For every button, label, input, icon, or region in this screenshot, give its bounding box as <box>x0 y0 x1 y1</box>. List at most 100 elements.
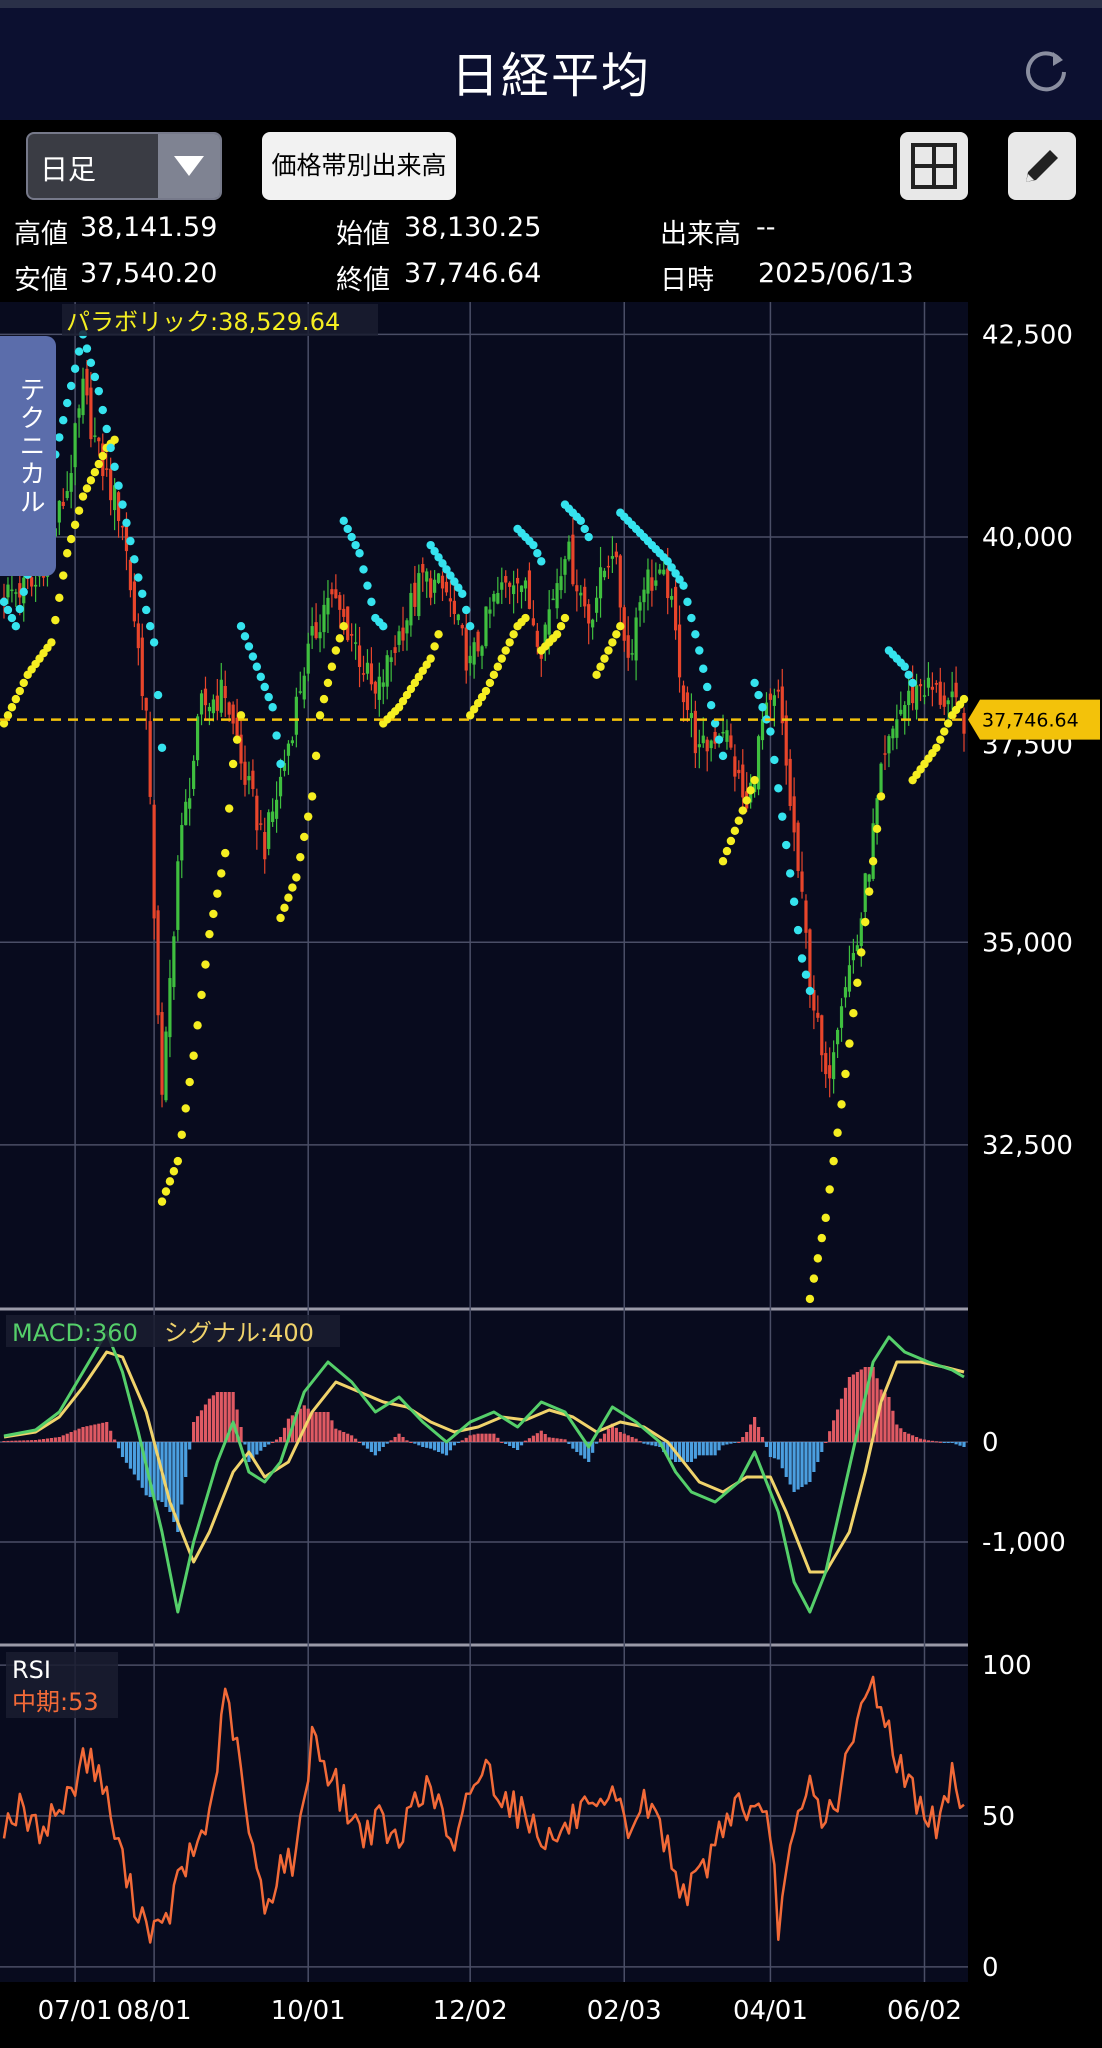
sar-dot-below <box>90 468 100 477</box>
macd-histogram-bar <box>219 1392 223 1442</box>
candle-body <box>666 568 670 599</box>
macd-histogram-bar <box>531 1435 535 1442</box>
macd-histogram-bar <box>788 1442 792 1485</box>
sar-dot-above <box>691 630 700 639</box>
macd-histogram-bar <box>725 1442 729 1445</box>
macd-histogram-bar <box>413 1442 417 1444</box>
macd-histogram-bar <box>41 1439 46 1442</box>
chart-area[interactable]: 07/01 08/01 10/01 12/02 02/03 04/01 06/02 42,50… <box>0 302 1102 2048</box>
macd-histogram-bar <box>555 1438 559 1442</box>
sar-dot-above <box>110 462 119 471</box>
candle-body <box>575 585 579 592</box>
sar-dot-above <box>379 621 388 631</box>
sar-dot-below <box>750 775 759 785</box>
candle-body <box>614 551 618 558</box>
period-dropdown[interactable]: 日足 <box>26 132 222 200</box>
candle-body <box>192 760 196 789</box>
macd-histogram-bar <box>444 1442 449 1456</box>
candle-body <box>136 623 140 649</box>
chart-canvas[interactable]: 07/01 08/01 10/01 12/02 02/03 04/01 06/02 42,50… <box>0 302 1102 2048</box>
macd-histogram-bar <box>689 1442 694 1462</box>
sar-dot-above <box>750 678 759 688</box>
sar-dot-above <box>778 812 787 821</box>
candle-body <box>476 631 480 652</box>
sar-dot-above <box>114 481 123 490</box>
x-tick-label: 06/02 <box>887 1996 962 2026</box>
candle-body <box>421 564 425 573</box>
sar-dot-above <box>98 405 107 415</box>
candle-body <box>551 598 555 601</box>
macd-histogram-bar <box>10 1440 14 1442</box>
macd-histogram-bar <box>835 1409 840 1442</box>
layout-button[interactable] <box>900 132 968 200</box>
sar-dot-below <box>280 903 289 913</box>
dropdown-button[interactable] <box>158 134 220 198</box>
macd-histogram-bar <box>417 1442 421 1446</box>
candle-body <box>571 534 575 585</box>
sar-dot-above <box>584 532 593 542</box>
sar-dot-above <box>782 840 791 850</box>
macd-histogram-bar <box>37 1439 42 1442</box>
macd-histogram-bar <box>93 1424 97 1442</box>
pencil-icon <box>1026 150 1058 182</box>
candle-body <box>377 676 381 700</box>
macd-histogram-bar <box>211 1395 215 1442</box>
sar-dot-below <box>556 621 566 631</box>
candle-body <box>677 624 682 678</box>
macd-histogram-bar <box>263 1442 267 1447</box>
sar-dot-above <box>683 597 692 607</box>
candle-body <box>784 715 788 766</box>
rsi-legend-value: 中期:53 <box>12 1688 99 1716</box>
candle-body <box>879 763 883 793</box>
sar-dot-above <box>789 897 799 906</box>
technical-tab[interactable]: テクニカル <box>0 336 56 576</box>
candle-body <box>73 423 77 468</box>
sar-dot-above <box>801 970 811 979</box>
date-value: 2025/06/13 <box>758 258 914 289</box>
candle-body <box>776 689 780 692</box>
macd-histogram-bar <box>397 1433 401 1442</box>
sar-dot-below <box>185 1077 194 1087</box>
macd-histogram-bar <box>464 1437 468 1442</box>
sar-dot-above <box>142 605 151 615</box>
draw-button[interactable] <box>1008 132 1076 200</box>
volume-profile-button[interactable]: 価格帯別出来高 <box>262 132 456 200</box>
candle-body <box>658 569 662 574</box>
candle-body <box>433 579 437 593</box>
candle-body <box>547 609 551 635</box>
candle-body <box>851 952 855 961</box>
sar-dot-below <box>809 1274 819 1283</box>
candle-body <box>835 1029 840 1045</box>
candle-body <box>701 735 705 744</box>
sar-dot-below <box>600 654 609 663</box>
candle-body <box>460 624 464 629</box>
candle-body <box>223 685 227 699</box>
candle-body <box>81 378 85 416</box>
sar-dot-above <box>758 703 767 712</box>
sar-dot-below <box>489 670 499 680</box>
candle-body <box>729 735 733 748</box>
macd-histogram-bar <box>350 1435 354 1442</box>
macd-histogram-bar <box>334 1428 338 1442</box>
macd-histogram-bar <box>373 1442 377 1456</box>
candle-body <box>180 825 184 861</box>
candle-body <box>705 739 709 752</box>
low-label: 安値 <box>14 265 68 296</box>
candle-body <box>926 677 931 688</box>
reload-icon[interactable] <box>1022 46 1070 94</box>
sar-dot-below <box>943 719 953 728</box>
macd-histogram-bar <box>942 1442 946 1443</box>
candle-body <box>314 622 318 639</box>
chevron-down-icon <box>174 156 204 176</box>
sar-dot-above <box>347 532 356 542</box>
candle-body <box>950 691 954 698</box>
open-label: 始値 <box>336 219 390 250</box>
sar-dot-below <box>485 678 495 688</box>
candle-body <box>393 647 397 653</box>
macd-histogram-bar <box>278 1437 283 1442</box>
macd-histogram-bar <box>922 1439 927 1442</box>
sar-dot-above <box>3 605 13 615</box>
x-tick-label: 08/01 <box>117 1996 192 2026</box>
macd-histogram-bar <box>709 1442 713 1456</box>
candle-body <box>618 555 622 608</box>
